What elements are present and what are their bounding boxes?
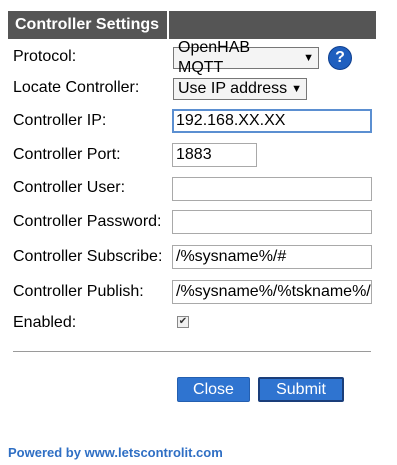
locate-controller-select-value: Use IP address [178, 80, 288, 97]
help-glyph: ? [335, 49, 345, 66]
controller-password-label: Controller Password: [13, 213, 162, 230]
controller-user-label: Controller User: [13, 179, 126, 196]
controller-subscribe-label: Controller Subscribe: [13, 248, 163, 265]
protocol-select[interactable]: OpenHAB MQTT ▼ [173, 39, 319, 76]
help-icon[interactable]: ? [328, 46, 352, 70]
controller-publish-label: Controller Publish: [13, 283, 144, 300]
controller-ip-input[interactable]: 192.168.XX.XX [172, 109, 372, 133]
locate-controller-select[interactable]: Use IP address ▼ [173, 78, 307, 100]
controller-port-label: Controller Port: [13, 146, 121, 163]
footer-link[interactable]: Powered by www.letscontrolit.com [8, 445, 223, 460]
divider [13, 351, 371, 352]
controller-subscribe-input[interactable]: /%sysname%/# [172, 245, 372, 269]
close-button[interactable]: Close [177, 377, 250, 402]
chevron-down-icon: ▼ [303, 52, 314, 64]
controller-port-input[interactable]: 1883 [172, 143, 257, 167]
controller-ip-label: Controller IP: [13, 112, 107, 129]
submit-button[interactable]: Submit [258, 377, 344, 402]
section-title: Controller Settings [15, 16, 160, 33]
section-header-fill [169, 11, 376, 39]
controller-user-input[interactable] [172, 177, 372, 201]
controller-publish-input[interactable]: /%sysname%/%tskname%/ [172, 280, 372, 304]
section-header: Controller Settings [8, 11, 167, 39]
chevron-down-icon: ▼ [291, 83, 302, 95]
protocol-label: Protocol: [13, 48, 77, 65]
locate-controller-label: Locate Controller: [13, 79, 140, 96]
checkmark-icon: ✔ [178, 316, 188, 327]
controller-password-input[interactable] [172, 210, 372, 234]
enabled-label: Enabled: [13, 314, 77, 331]
protocol-select-value: OpenHAB MQTT [178, 39, 251, 76]
enabled-checkbox[interactable]: ✔ [177, 316, 189, 328]
